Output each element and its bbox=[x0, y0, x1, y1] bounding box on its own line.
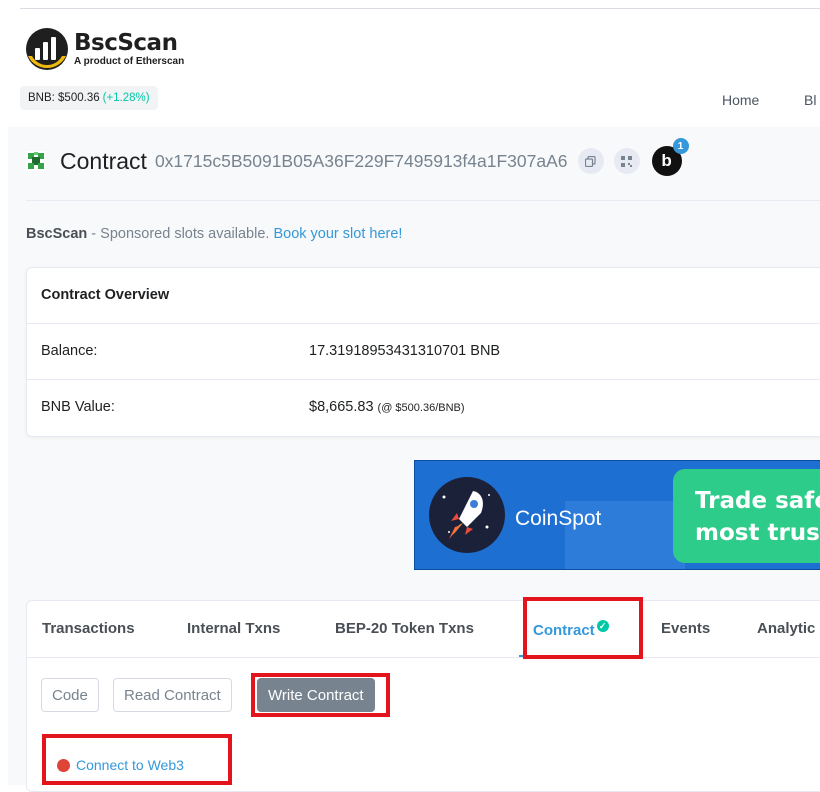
top-divider bbox=[20, 8, 820, 9]
sponsor-text: - Sponsored slots available. bbox=[91, 226, 270, 242]
tab-internal-txns[interactable]: Internal Txns bbox=[187, 620, 280, 637]
bnb-price-change: (+1.28%) bbox=[102, 92, 150, 104]
code-tab-button[interactable]: Code bbox=[41, 678, 99, 712]
rocket-icon bbox=[429, 477, 505, 553]
nav-home-link[interactable]: Home bbox=[722, 92, 759, 108]
banner-brand: CoinSpot bbox=[515, 507, 602, 530]
logo-subtitle: A product of Etherscan bbox=[74, 55, 185, 67]
connect-web3-label: Connect to Web3 bbox=[76, 757, 184, 773]
copy-address-button[interactable] bbox=[577, 148, 604, 174]
sponsor-brand: BscScan bbox=[26, 226, 88, 242]
tab-events[interactable]: Events bbox=[661, 620, 710, 637]
tab-contract-label: Contract bbox=[533, 622, 595, 639]
tab-bep20-token-txns[interactable]: BEP-20 Token Txns bbox=[335, 620, 474, 637]
bscscan-logo[interactable]: BscScan A product of Etherscan bbox=[24, 26, 184, 72]
qr-code-icon bbox=[621, 155, 633, 167]
verified-check-icon: ✓ bbox=[596, 620, 609, 632]
sponsored-notice: BscScan - Sponsored slots available. Boo… bbox=[26, 226, 402, 242]
overview-title: Contract Overview bbox=[41, 287, 170, 303]
bnb-price: BNB: $500.36 bbox=[28, 92, 100, 104]
nav-blockchain-link[interactable]: Bl bbox=[804, 92, 816, 108]
contract-tabs-card: Transactions Internal Txns BEP-20 Token … bbox=[26, 600, 820, 792]
header-divider bbox=[26, 200, 820, 201]
tab-contract[interactable]: Contract ✓ bbox=[533, 620, 609, 639]
blockscan-letter: b bbox=[661, 151, 672, 170]
page-title: Contract bbox=[60, 147, 147, 174]
bnb-value: $8,665.83 (@ $500.36/BNB) bbox=[309, 399, 465, 415]
banner-cta-line2: most trust bbox=[695, 520, 820, 546]
divider bbox=[27, 323, 820, 324]
contract-overview-card: Contract Overview Balance: 17.3191895343… bbox=[26, 267, 820, 437]
divider bbox=[27, 379, 820, 380]
divider bbox=[27, 657, 820, 658]
write-contract-button[interactable]: Write Contract bbox=[257, 678, 375, 712]
tab-analytics[interactable]: Analytic bbox=[757, 620, 815, 637]
logo-title: BscScan bbox=[74, 29, 178, 56]
balance-label: Balance: bbox=[41, 343, 98, 359]
notification-count: 1 bbox=[672, 138, 689, 154]
bnb-value-amount: $8,665.83 bbox=[309, 399, 374, 415]
balance-value: 17.31918953431310701 BNB bbox=[309, 343, 501, 359]
connect-web3-link[interactable]: Connect to Web3 bbox=[57, 757, 184, 773]
book-slot-link[interactable]: Book your slot here! bbox=[273, 226, 402, 242]
copy-icon bbox=[585, 155, 596, 167]
contract-address[interactable]: 0x1715c5B5091B05A36F229F7495913f4a1F307a… bbox=[155, 151, 568, 172]
bnb-value-label: BNB Value: bbox=[41, 399, 115, 415]
tab-transactions[interactable]: Transactions bbox=[42, 620, 135, 637]
bscscan-logo-icon bbox=[24, 26, 70, 72]
blockscan-chat-button[interactable]: b 1 bbox=[651, 138, 689, 176]
read-contract-button[interactable]: Read Contract bbox=[113, 678, 232, 712]
bnb-price-badge: BNB: $500.36 (+1.28%) bbox=[20, 86, 158, 110]
bnb-value-rate: (@ $500.36/BNB) bbox=[377, 402, 465, 414]
coinspot-ad-banner[interactable]: CoinSpot Trade safe most trust bbox=[414, 460, 820, 570]
banner-cta-line1: Trade safe bbox=[695, 488, 820, 514]
disconnected-status-icon bbox=[57, 758, 70, 772]
qr-code-button[interactable] bbox=[613, 148, 640, 174]
banner-cta-text: Trade safe most trust bbox=[695, 485, 820, 549]
contract-avatar-icon bbox=[26, 151, 46, 171]
contract-header: Contract 0x1715c5B5091B05A36F229F7495913… bbox=[26, 138, 689, 177]
